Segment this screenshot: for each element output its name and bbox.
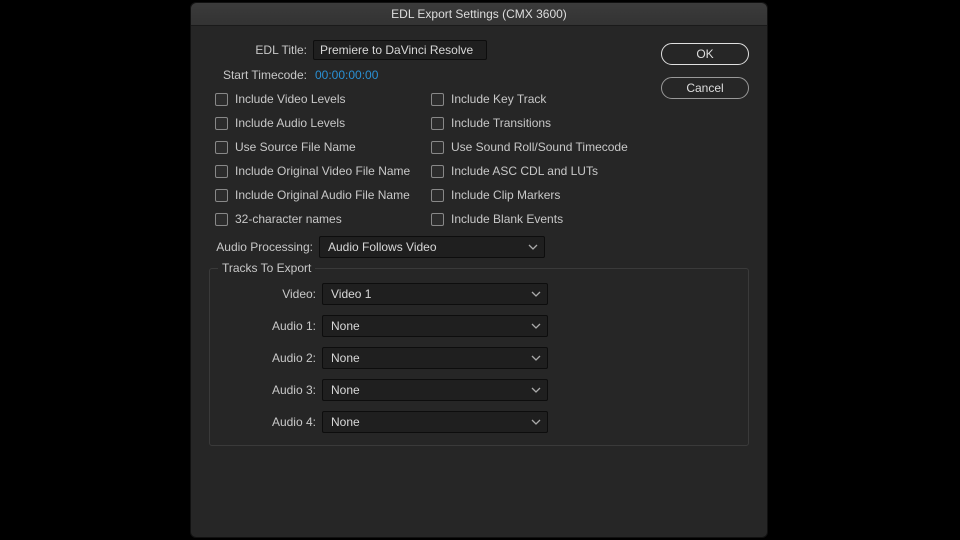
audio-processing-label: Audio Processing: — [209, 240, 319, 254]
chevron-down-icon — [531, 387, 541, 393]
audio2-track-label: Audio 2: — [220, 351, 322, 365]
check-include-clip-markers[interactable]: Include Clip Markers — [431, 188, 628, 202]
checkbox-icon — [431, 141, 444, 154]
dialog-title: EDL Export Settings (CMX 3600) — [191, 3, 767, 26]
cancel-button[interactable]: Cancel — [661, 77, 749, 99]
checkbox-icon — [215, 213, 228, 226]
audio1-track-dropdown[interactable]: None — [322, 315, 548, 337]
audio2-track-dropdown[interactable]: None — [322, 347, 548, 369]
audio3-track-dropdown[interactable]: None — [322, 379, 548, 401]
check-use-source-file-name[interactable]: Use Source File Name — [215, 140, 431, 154]
check-label: Use Sound Roll/Sound Timecode — [451, 140, 628, 154]
checkbox-icon — [431, 93, 444, 106]
check-label: Include Original Audio File Name — [235, 188, 410, 202]
edl-title-input[interactable] — [313, 40, 487, 60]
edl-export-dialog: EDL Export Settings (CMX 3600) OK Cancel… — [190, 2, 768, 538]
checkbox-icon — [215, 141, 228, 154]
check-include-original-audio-file-name[interactable]: Include Original Audio File Name — [215, 188, 431, 202]
checkbox-icon — [215, 189, 228, 202]
dropdown-value: None — [331, 351, 360, 365]
check-include-video-levels[interactable]: Include Video Levels — [215, 92, 431, 106]
check-label: Include Original Video File Name — [235, 164, 410, 178]
check-label: Include Video Levels — [235, 92, 346, 106]
check-label: Include Clip Markers — [451, 188, 560, 202]
dropdown-value: Video 1 — [331, 287, 371, 301]
check-label: Include Key Track — [451, 92, 546, 106]
chevron-down-icon — [531, 419, 541, 425]
audio-processing-dropdown[interactable]: Audio Follows Video — [319, 236, 545, 258]
checkbox-icon — [431, 117, 444, 130]
audio4-track-dropdown[interactable]: None — [322, 411, 548, 433]
check-label: Include ASC CDL and LUTs — [451, 164, 598, 178]
edl-title-label: EDL Title: — [209, 43, 313, 57]
check-label: Include Transitions — [451, 116, 551, 130]
dropdown-value: None — [331, 383, 360, 397]
check-label: 32-character names — [235, 212, 342, 226]
chevron-down-icon — [528, 244, 538, 250]
start-timecode-value[interactable]: 00:00:00:00 — [313, 68, 378, 82]
dropdown-value: None — [331, 319, 360, 333]
check-include-audio-levels[interactable]: Include Audio Levels — [215, 116, 431, 130]
video-track-label: Video: — [220, 287, 322, 301]
check-include-original-video-file-name[interactable]: Include Original Video File Name — [215, 164, 431, 178]
check-label: Include Audio Levels — [235, 116, 345, 130]
chevron-down-icon — [531, 355, 541, 361]
checkbox-icon — [431, 213, 444, 226]
check-include-key-track[interactable]: Include Key Track — [431, 92, 628, 106]
chevron-down-icon — [531, 323, 541, 329]
chevron-down-icon — [531, 291, 541, 297]
check-label: Use Source File Name — [235, 140, 356, 154]
audio1-track-label: Audio 1: — [220, 319, 322, 333]
check-32-character-names[interactable]: 32-character names — [215, 212, 431, 226]
start-timecode-label: Start Timecode: — [209, 68, 313, 82]
tracks-legend: Tracks To Export — [218, 261, 315, 275]
check-label: Include Blank Events — [451, 212, 563, 226]
check-include-asc-cdl-luts[interactable]: Include ASC CDL and LUTs — [431, 164, 628, 178]
checkbox-icon — [215, 93, 228, 106]
ok-button[interactable]: OK — [661, 43, 749, 65]
checkbox-icon — [431, 165, 444, 178]
checkbox-icon — [431, 189, 444, 202]
video-track-dropdown[interactable]: Video 1 — [322, 283, 548, 305]
dropdown-value: Audio Follows Video — [328, 240, 437, 254]
check-use-sound-roll-timecode[interactable]: Use Sound Roll/Sound Timecode — [431, 140, 628, 154]
checkbox-icon — [215, 117, 228, 130]
audio3-track-label: Audio 3: — [220, 383, 322, 397]
tracks-to-export-group: Tracks To Export Video: Video 1 Audio 1:… — [209, 268, 749, 446]
dropdown-value: None — [331, 415, 360, 429]
check-include-transitions[interactable]: Include Transitions — [431, 116, 628, 130]
audio4-track-label: Audio 4: — [220, 415, 322, 429]
checkbox-icon — [215, 165, 228, 178]
check-include-blank-events[interactable]: Include Blank Events — [431, 212, 628, 226]
